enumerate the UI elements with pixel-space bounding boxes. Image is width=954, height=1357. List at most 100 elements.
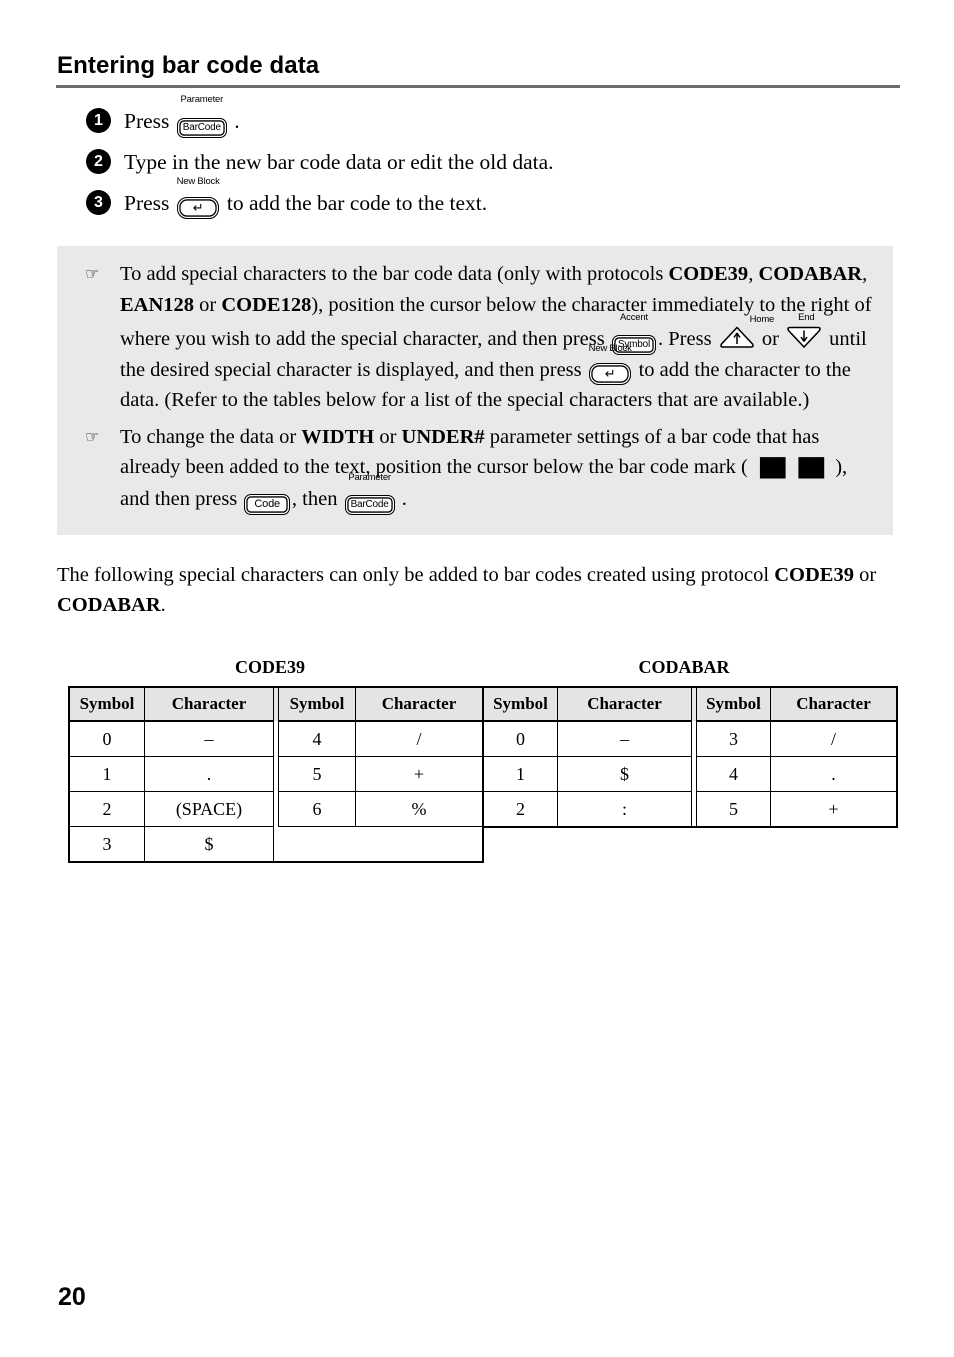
- new-block-key[interactable]: New Block ↵: [177, 176, 220, 219]
- cell-character-right: /: [355, 720, 484, 757]
- intro-paragraph: The following special characters can onl…: [57, 560, 902, 620]
- note-1-bold4: CODE128: [221, 293, 312, 316]
- title-divider: [56, 85, 900, 88]
- col-header-character-right: Character: [770, 686, 898, 722]
- cell-character-right: /: [770, 720, 898, 757]
- table-row: 2 : 5 +: [482, 791, 898, 828]
- note-2-seg5: , then: [291, 487, 343, 510]
- pointing-hand-icon: ☞: [85, 264, 100, 283]
- cell-symbol-left: 0: [68, 720, 145, 757]
- cell-character-left: $: [557, 756, 692, 792]
- page-title: Entering bar code data: [57, 52, 320, 79]
- table-row: 1 $ 4 .: [482, 756, 898, 792]
- cell-character-left: :: [557, 791, 692, 828]
- cell-symbol-right: 4: [696, 756, 771, 792]
- col-header-character-left: Character: [557, 686, 692, 722]
- code39-table-title: CODE39: [234, 657, 305, 677]
- table-row: 0 – 4 /: [68, 720, 484, 757]
- barcode-key[interactable]: Parameter BarCode: [344, 472, 395, 515]
- cell-symbol-left: 1: [68, 756, 145, 792]
- step-3-pre-text: Press: [124, 191, 170, 215]
- note-1-seg6: . Press: [658, 328, 717, 350]
- step-1: 1 Press Parameter BarCode .: [0, 94, 954, 138]
- intro-bold2: CODABAR: [57, 594, 161, 616]
- code-key[interactable]: Code: [244, 484, 290, 515]
- note-1-bold2: CODABAR: [758, 263, 863, 285]
- barcode-key-label: Parameter: [348, 471, 391, 483]
- note-item: ☞ To add special characters to the bar co…: [57, 246, 893, 416]
- step-number-badge: 2: [86, 149, 111, 174]
- intro-seg3: .: [160, 594, 166, 616]
- barcode-key-cap: BarCode: [344, 494, 395, 515]
- cell-symbol-left: 0: [482, 720, 558, 757]
- table-row: 0 – 3 /: [482, 720, 898, 757]
- step-number-badge: 3: [86, 190, 111, 215]
- numbered-steps: 1 Press Parameter BarCode . 2 Type in the…: [0, 94, 954, 229]
- cell-character-right: .: [770, 756, 898, 792]
- note-item: ☞ To change the data or WIDTH or UNDER# p…: [57, 416, 893, 515]
- codabar-table-title: CODABAR: [638, 657, 730, 677]
- note-1-seg4: or: [194, 293, 222, 316]
- note-1-seg2: ,: [748, 263, 759, 285]
- cell-character-left: .: [144, 756, 274, 792]
- intro-seg1: The following special characters can onl…: [57, 564, 775, 586]
- cell-character-left: (SPACE): [144, 791, 274, 827]
- empty-cell: [355, 826, 483, 862]
- new-block-key-cap: ↵: [588, 362, 632, 385]
- step-number-badge: 1: [86, 108, 111, 133]
- step-3: 3 Press New Block ↵ to add the bar code t…: [0, 176, 954, 219]
- up-arrow-key[interactable]: Home: [718, 314, 774, 350]
- cell-symbol-left: 2: [482, 791, 558, 828]
- pointing-hand-icon: ☞: [85, 426, 100, 446]
- table-header-row: Symbol Character Symbol Character: [68, 686, 484, 722]
- table-header-row: Symbol Character Symbol Character: [482, 686, 898, 722]
- intro-seg2: or: [853, 564, 877, 586]
- step-1-post-text: .: [234, 109, 240, 133]
- new-block-key-label: New Block: [588, 342, 632, 354]
- note-1-bold1: CODE39: [668, 263, 749, 285]
- barcode-key[interactable]: Parameter BarCode: [176, 94, 227, 138]
- col-header-symbol-left: Symbol: [68, 686, 145, 722]
- note-1-seg1: To add special characters to the bar cod…: [120, 263, 669, 285]
- cell-character-right: +: [355, 756, 484, 792]
- cell-character-left: –: [144, 720, 274, 757]
- bar-code-mark-icon: ▐█▌▐█▌: [753, 458, 831, 479]
- cell-character-left: –: [557, 720, 692, 757]
- codabar-table: Symbol Character Symbol Character 0 – 3 …: [482, 686, 898, 828]
- code39-table: Symbol Character Symbol Character 0 – 4 …: [68, 686, 484, 863]
- cell-symbol-right: 5: [696, 791, 771, 828]
- note-1-seg7: or: [756, 328, 785, 350]
- step-3-post-text: to add the bar code to the text.: [226, 191, 488, 215]
- page-number: 20: [58, 1283, 86, 1311]
- cell-character-right: +: [770, 791, 898, 828]
- cell-symbol-right: 5: [278, 756, 356, 792]
- cell-symbol-right: 4: [278, 720, 356, 757]
- note-box: ☞ To add special characters to the bar co…: [57, 246, 893, 535]
- barcode-key-label: Parameter: [180, 94, 224, 105]
- up-arrow-key-label: Home: [749, 314, 775, 325]
- cell-symbol-left: 1: [482, 756, 558, 792]
- note-2-seg1: To change the data or: [120, 425, 302, 448]
- new-block-key[interactable]: New Block ↵: [588, 343, 632, 386]
- new-block-key-label: New Block: [176, 176, 220, 187]
- note-1-bold3: EAN128: [120, 293, 195, 316]
- intro-bold1: CODE39: [774, 564, 854, 586]
- cell-symbol-left: 2: [68, 791, 145, 827]
- cell-character-left: $: [144, 826, 274, 863]
- note-2-bold1: WIDTH: [301, 425, 375, 448]
- down-arrow-key[interactable]: End: [785, 312, 823, 350]
- note-2-seg6: .: [396, 487, 407, 510]
- col-header-symbol-right: Symbol: [696, 686, 771, 722]
- cell-symbol-right: 3: [696, 720, 771, 757]
- note-2-seg2: or: [374, 425, 402, 448]
- note-1-seg3: ,: [862, 263, 868, 285]
- note-2-bold2: UNDER#: [401, 425, 485, 448]
- table-row: 3 $: [68, 826, 483, 863]
- symbol-key-label: Accent: [620, 312, 648, 323]
- col-header-character-left: Character: [144, 686, 274, 722]
- barcode-key-cap: BarCode: [176, 118, 227, 138]
- step-text: Press New Block ↵ to add the bar code to …: [86, 176, 488, 219]
- step-1-pre-text: Press: [124, 109, 170, 133]
- step-text: Type in the new bar code data or edit th…: [124, 150, 554, 174]
- table-row: 2 (SPACE) 6 %: [68, 791, 484, 827]
